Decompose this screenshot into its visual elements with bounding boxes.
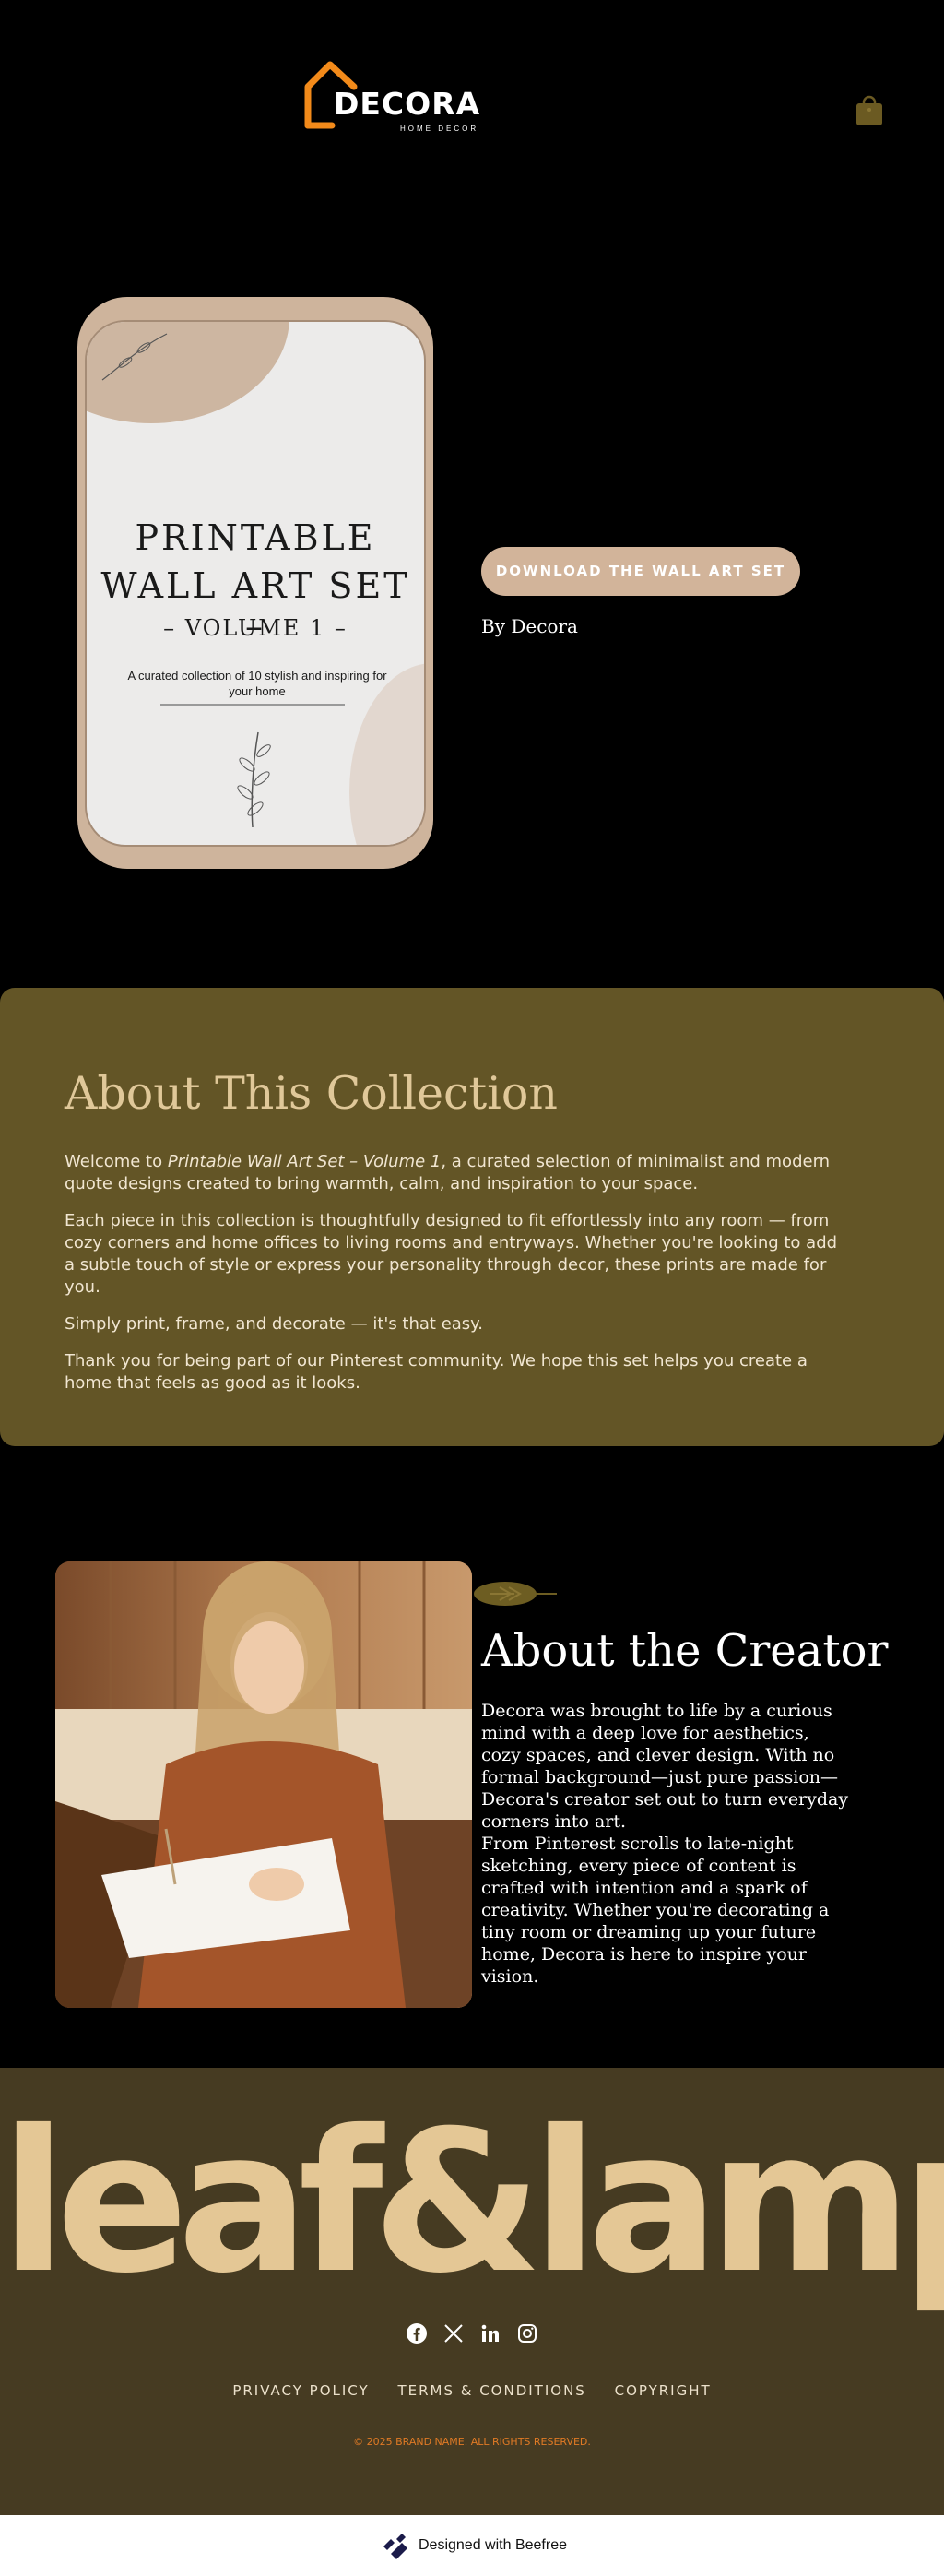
beefree-logo-icon (384, 2534, 407, 2559)
creator-photo (55, 1561, 472, 2008)
poster-subtitle: A curated collection of 10 stylish and i… (127, 669, 387, 698)
x-icon[interactable] (442, 2322, 465, 2345)
copyright-notice: © 2025 BRAND NAME. ALL RIGHTS RESERVED. (353, 2436, 591, 2448)
paragraph-text: Welcome to (65, 1152, 168, 1171)
footer-links: PRIVACY POLICY TERMS & CONDITIONS COPYRI… (0, 2382, 944, 2399)
brand-subtitle: HOME DECOR (400, 125, 479, 133)
paragraph: Thank you for being part of our Pinteres… (65, 1351, 808, 1393)
section-body: Decora was brought to life by a curious … (481, 1700, 850, 1988)
about-collection-section: About This Collection Welcome to Printab… (0, 988, 944, 1446)
site-header: DECORA HOME DECOR (0, 0, 944, 203)
download-button[interactable]: DOWNLOAD THE WALL ART SET (481, 547, 800, 596)
poster-volume: – VOLUME 1 – (163, 615, 348, 641)
poster-title-line: PRINTABLE (135, 517, 376, 558)
wall-art-cover-image: PRINTABLE WALL ART SET – – VOLUME 1 – A … (77, 297, 433, 869)
beefree-badge[interactable]: Designed with Beefree (0, 2515, 944, 2576)
brand-name: DECORA (334, 86, 481, 122)
footer-link-privacy[interactable]: PRIVACY POLICY (232, 2382, 369, 2399)
site-footer: leaf&lamp PRIVACY POLICY TERMS & CONDITI… (0, 2068, 944, 2515)
paragraph: From Pinterest scrolls to late-night ske… (481, 1834, 830, 1987)
feather-divider-icon (474, 1582, 557, 1606)
shopping-bag-icon[interactable] (854, 94, 885, 127)
collection-name: Printable Wall Art Set – Volume 1 (167, 1152, 442, 1171)
linkedin-icon[interactable] (479, 2322, 502, 2345)
paragraph: Simply print, frame, and decorate — it's… (65, 1314, 483, 1334)
paragraph: Welcome to Printable Wall Art Set – Volu… (65, 1151, 848, 1195)
poster-frame: PRINTABLE WALL ART SET – – VOLUME 1 – A … (85, 320, 426, 847)
footer-brand: leaf&lamp (0, 2088, 944, 2316)
paragraph: Each piece in this collection is thought… (65, 1211, 838, 1297)
divider (160, 704, 345, 706)
byline: By Decora (481, 615, 578, 637)
section-title: About This Collection (65, 1067, 558, 1120)
beefree-label: Designed with Beefree (419, 2537, 567, 2553)
social-links (406, 2322, 538, 2350)
decora-logo[interactable]: DECORA HOME DECOR (304, 59, 489, 133)
footer-link-copyright[interactable]: COPYRIGHT (615, 2382, 712, 2399)
facebook-icon[interactable] (406, 2322, 428, 2345)
branch-icon (101, 333, 168, 381)
paragraph: Decora was brought to life by a curious … (481, 1701, 849, 1832)
plant-icon (237, 731, 271, 828)
section-body: Welcome to Printable Wall Art Set – Volu… (65, 1151, 848, 1409)
footer-link-terms[interactable]: TERMS & CONDITIONS (397, 2382, 585, 2399)
instagram-icon[interactable] (516, 2322, 538, 2345)
creator-illustration (55, 1561, 472, 2008)
section-title: About the Creator (481, 1625, 889, 1677)
